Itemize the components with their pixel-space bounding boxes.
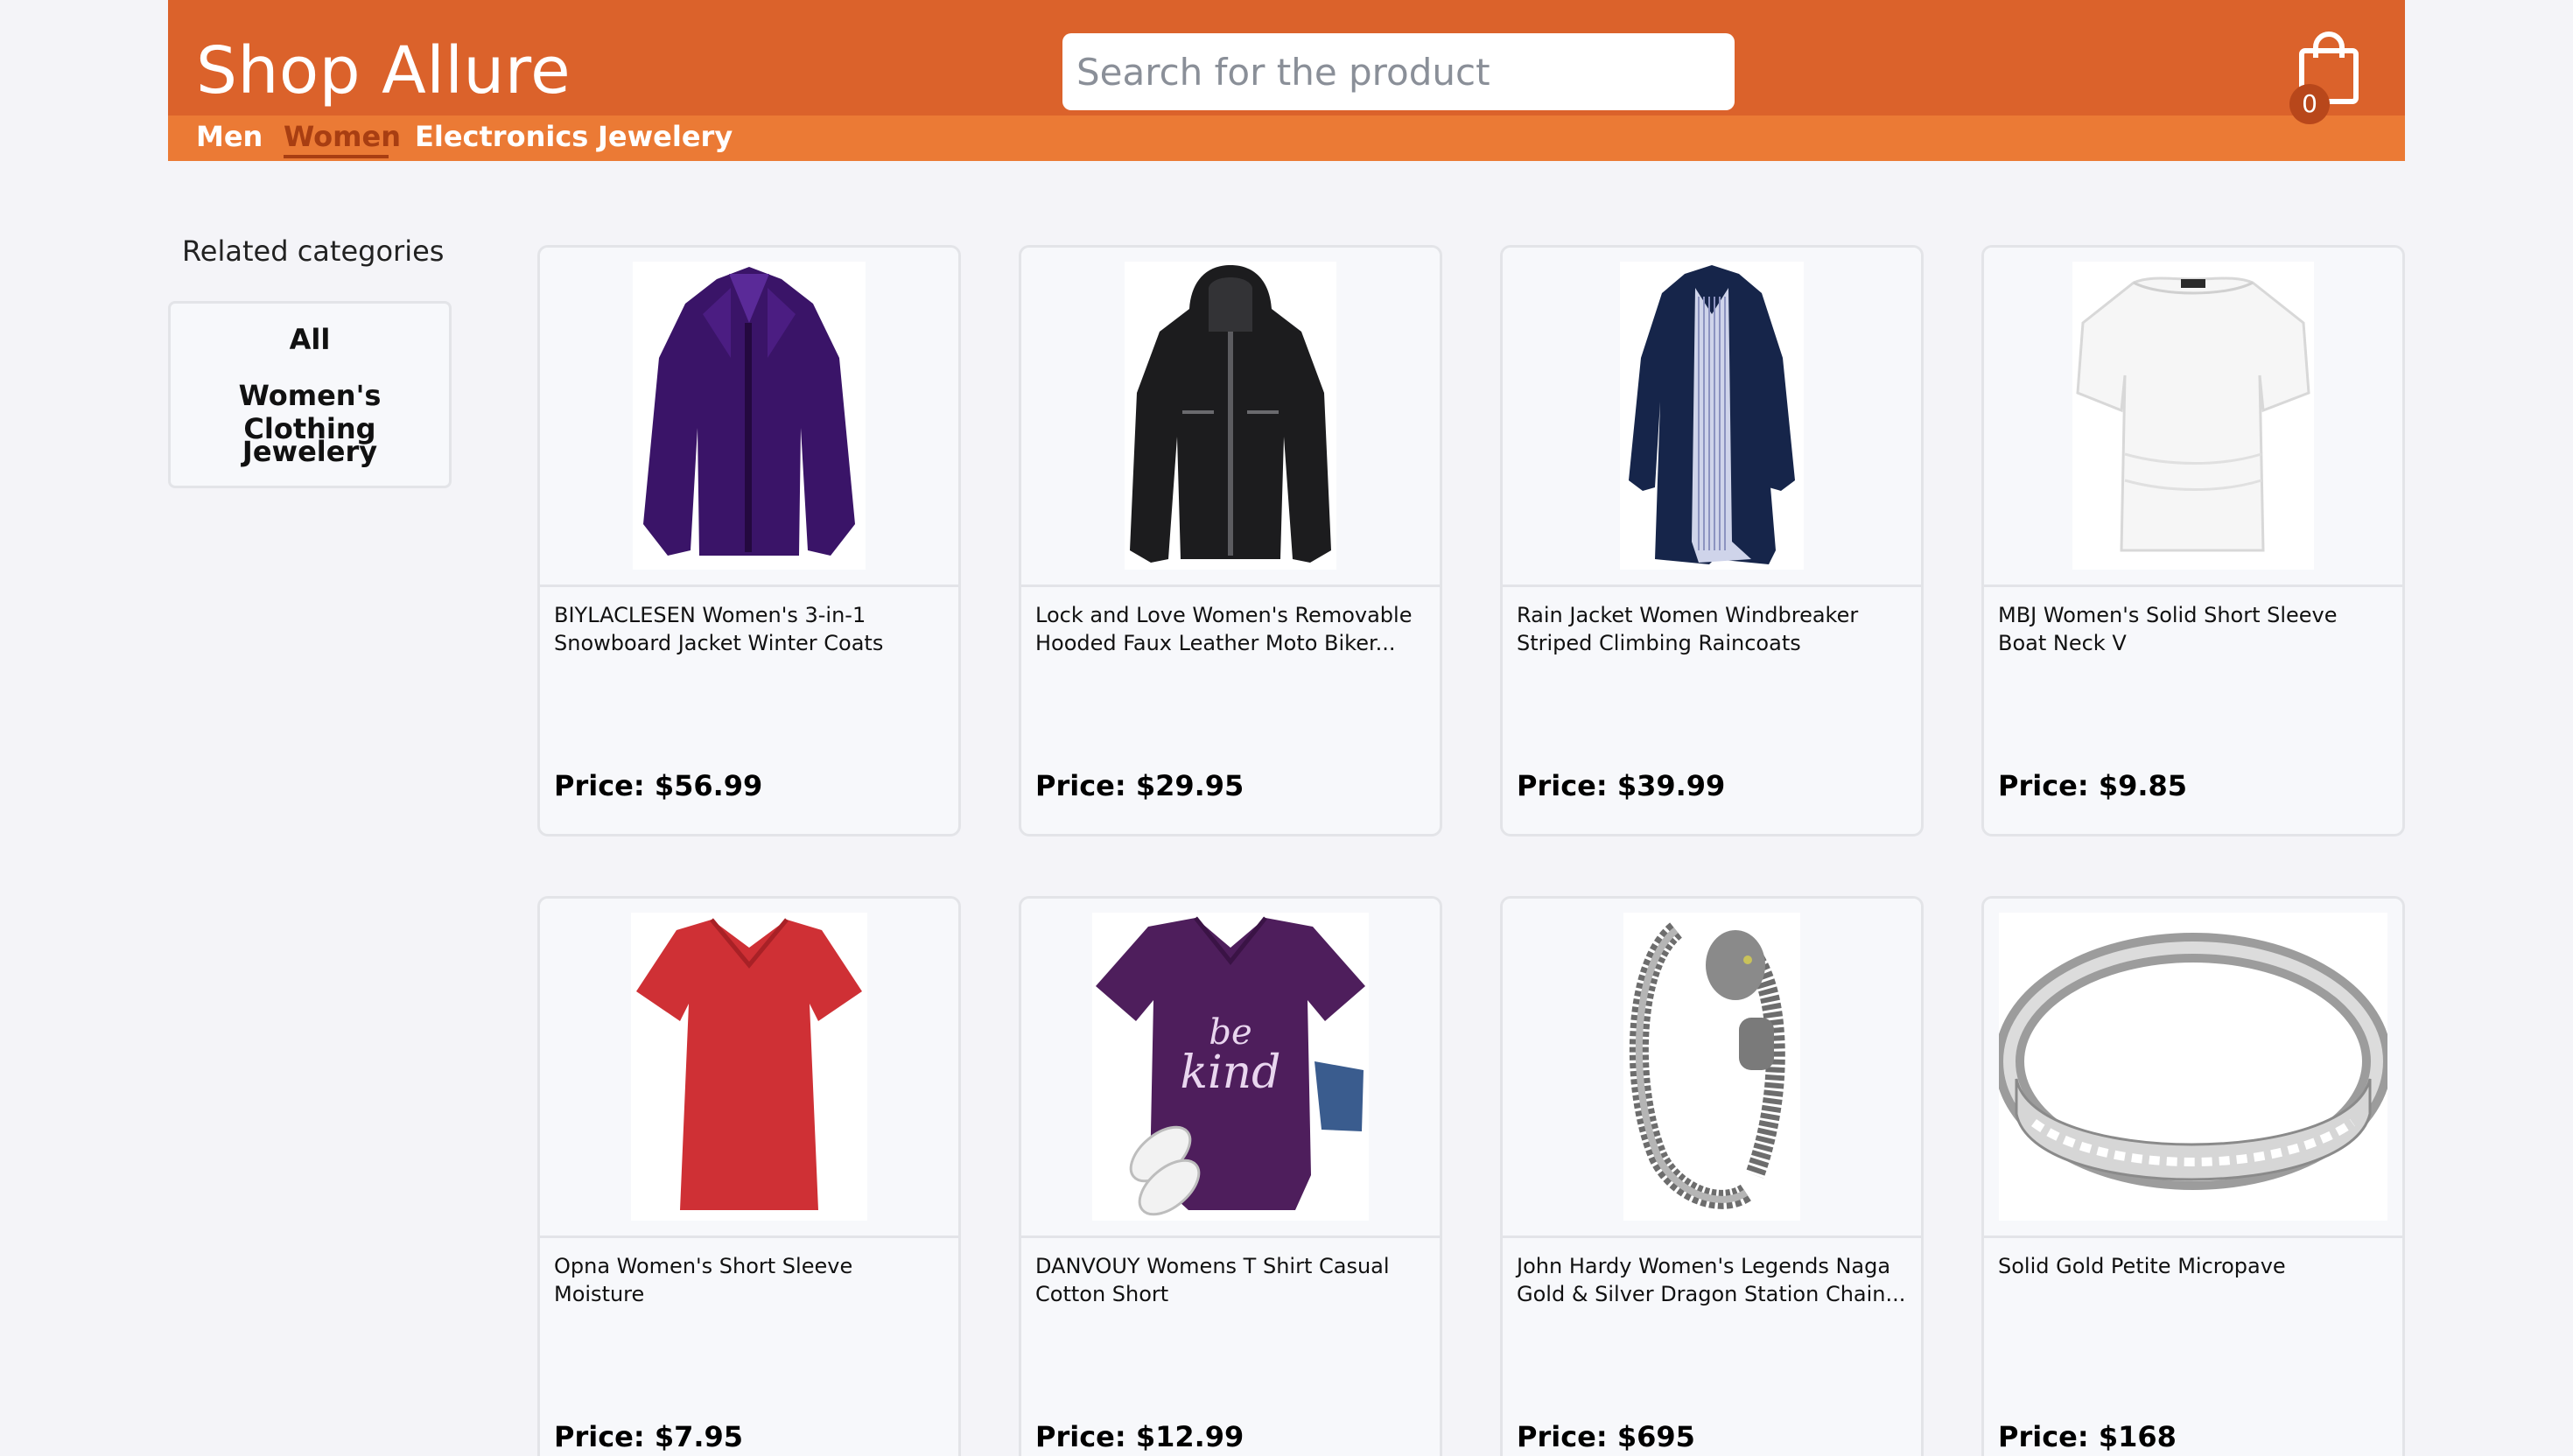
related-categories-title: Related categories [182, 234, 445, 268]
silver-ring-image [1999, 913, 2387, 1221]
active-nav-underline [284, 155, 389, 158]
search-input[interactable] [1062, 33, 1735, 110]
product-title: Rain Jacket Women Windbreaker Striped Cl… [1517, 603, 1859, 655]
product-card[interactable]: Solid Gold Petite Micropave Price: $168 [1981, 896, 2405, 1456]
dragon-bracelet-image [1623, 913, 1800, 1221]
product-title: Opna Women's Short Sleeve Moisture [554, 1254, 853, 1306]
product-price: Price: $695 [1517, 1420, 1695, 1453]
product-card[interactable]: Opna Women's Short Sleeve Moisture Price… [537, 896, 961, 1456]
product-title: BIYLACLESEN Women's 3-in-1 Snowboard Jac… [554, 603, 884, 655]
nav-jewelery[interactable]: Jewelery [598, 119, 733, 159]
product-image: be kind [1021, 899, 1440, 1238]
product-card[interactable]: John Hardy Women's Legends Naga Gold & S… [1500, 896, 1924, 1456]
product-image [1503, 899, 1921, 1238]
product-title: John Hardy Women's Legends Naga Gold & S… [1517, 1254, 1906, 1306]
product-title: Solid Gold Petite Micropave [1998, 1254, 2286, 1278]
product-card[interactable]: Rain Jacket Women Windbreaker Striped Cl… [1500, 245, 1924, 836]
product-image [1984, 899, 2402, 1238]
product-image [1984, 248, 2402, 587]
black-leather-jacket-image [1125, 262, 1336, 570]
product-image [1503, 248, 1921, 587]
product-card[interactable]: Lock and Love Women's Removable Hooded F… [1019, 245, 1442, 836]
nav-men[interactable]: Men [196, 119, 263, 159]
related-categories-list: All Women's Clothing Jewelery [168, 301, 452, 488]
page: Shop Allure 0 Men Women Electronics Jewe… [0, 0, 2573, 1456]
product-title: DANVOUY Womens T Shirt Casual Cotton Sho… [1035, 1254, 1390, 1306]
product-price: Price: $56.99 [554, 769, 763, 802]
product-price: Price: $168 [1998, 1420, 2177, 1453]
category-all[interactable]: All [171, 323, 449, 356]
product-image [540, 899, 958, 1238]
brand-logo[interactable]: Shop Allure [196, 33, 571, 108]
product-title: MBJ Women's Solid Short Sleeve Boat Neck… [1998, 603, 2338, 655]
product-image [1021, 248, 1440, 587]
product-price: Price: $7.95 [554, 1420, 744, 1453]
purple-be-kind-tshirt-image: be kind [1092, 913, 1369, 1221]
product-card[interactable]: MBJ Women's Solid Short Sleeve Boat Neck… [1981, 245, 2405, 836]
product-price: Price: $29.95 [1035, 769, 1244, 802]
svg-text:kind: kind [1181, 1046, 1281, 1099]
cart-count-badge: 0 [2289, 84, 2330, 124]
white-top-image [2072, 262, 2314, 570]
product-card[interactable]: be kind DANVOUY Womens T Shirt Casual Co… [1019, 896, 1442, 1456]
product-price: Price: $9.85 [1998, 769, 2188, 802]
navy-raincoat-image [1620, 262, 1804, 570]
purple-jacket-image [633, 262, 866, 570]
product-price: Price: $39.99 [1517, 769, 1726, 802]
product-price: Price: $12.99 [1035, 1420, 1244, 1453]
nav-electronics[interactable]: Electronics [415, 119, 588, 159]
product-title: Lock and Love Women's Removable Hooded F… [1035, 603, 1413, 655]
red-tshirt-image [631, 913, 867, 1221]
category-jewelery[interactable]: Jewelery [171, 435, 449, 468]
product-card[interactable]: BIYLACLESEN Women's 3-in-1 Snowboard Jac… [537, 245, 961, 836]
nav-women[interactable]: Women [284, 119, 401, 159]
product-image [540, 248, 958, 587]
